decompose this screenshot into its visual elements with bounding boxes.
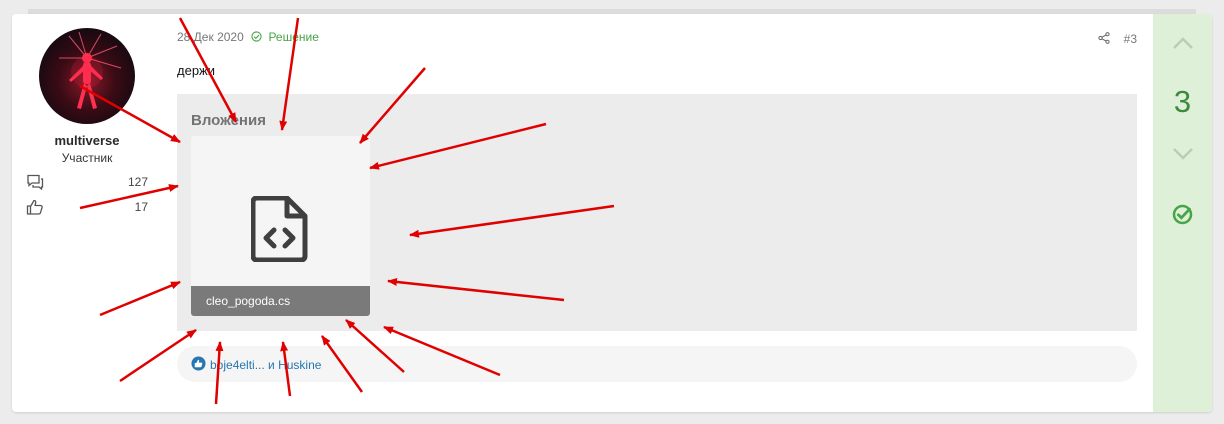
code-file-icon <box>251 196 308 262</box>
message-body: держи <box>177 63 216 78</box>
share-icon[interactable] <box>1098 32 1110 44</box>
attachment-filename[interactable]: cleo_pogoda.cs <box>206 294 290 308</box>
messages-count: 127 <box>127 175 148 189</box>
like-icon <box>191 356 206 371</box>
post-date[interactable]: 28 Дек 2020 <box>177 30 244 44</box>
chevron-down-icon[interactable] <box>1172 147 1194 161</box>
vote-score: 3 <box>1173 84 1192 119</box>
avatar[interactable] <box>39 28 135 124</box>
messages-stat: 127 <box>26 174 148 190</box>
chevron-up-icon[interactable] <box>1172 36 1194 50</box>
reactions-count: 17 <box>134 200 148 214</box>
solution-label: Решение <box>268 30 319 44</box>
reactions-bar: boje4elti... и Huskine <box>177 346 1137 382</box>
message-attribution: 28 Дек 2020 Решение <box>177 30 319 44</box>
solution-check-icon <box>251 31 262 42</box>
username[interactable]: multiverse <box>12 133 162 148</box>
messages-icon <box>27 174 44 190</box>
message-actions: #3 <box>1098 32 1137 46</box>
reactions-stat: 17 <box>26 199 148 215</box>
post-number[interactable]: #3 <box>1124 32 1137 46</box>
user-title: Участник <box>61 151 113 165</box>
attachments-title: Вложения <box>191 112 266 129</box>
reactions-list[interactable]: boje4elti... и Huskine <box>210 358 321 372</box>
forum-post: multiverse Участник 127 17 28 Дек 2020 Р… <box>12 14 1212 412</box>
thumbs-up-icon <box>26 199 43 215</box>
message-cell: 28 Дек 2020 Решение #3 держи Вложения cl… <box>177 14 1137 412</box>
attachments-block: Вложения cleo_pogoda.cs <box>177 94 1137 331</box>
vote-panel: 3 <box>1153 14 1212 412</box>
post-user-info: multiverse Участник 127 17 <box>12 14 172 412</box>
check-circle-icon[interactable] <box>1172 204 1193 225</box>
attachment-name-bar: cleo_pogoda.cs <box>191 286 370 316</box>
attachment-item[interactable]: cleo_pogoda.cs <box>191 136 370 316</box>
